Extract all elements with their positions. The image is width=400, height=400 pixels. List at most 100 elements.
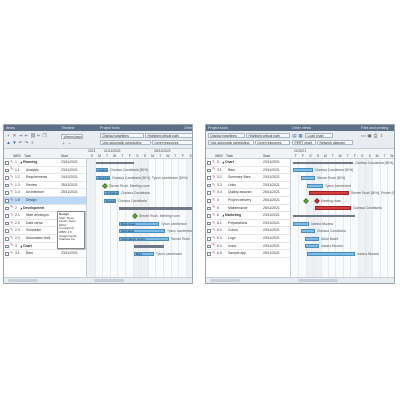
task-bar-bars[interactable]: Bars xyxy=(134,252,154,256)
task-name-cell[interactable]: Chart xyxy=(23,243,58,251)
task-name-cell[interactable]: Data views xyxy=(26,220,58,228)
task-name-cell[interactable]: Summary Bars xyxy=(228,174,260,182)
row-checkbox[interactable] xyxy=(5,183,9,188)
task-name-cell[interactable]: Scheduler xyxy=(26,227,58,235)
start-date-cell[interactable]: 23/11/2021 xyxy=(263,235,280,243)
zoom-icon[interactable]: ⌕ xyxy=(30,140,35,145)
zoom-out-icon[interactable]: − xyxy=(67,141,72,146)
edit-icon[interactable]: ✎ xyxy=(212,229,216,233)
start-date-cell[interactable]: 25/11/2021 xyxy=(263,205,280,213)
use-automatic-scheduling-button[interactable]: Use automatic scheduling xyxy=(208,140,254,145)
start-date-cell[interactable]: 25/11/2021 xyxy=(263,189,280,197)
start-date-cell[interactable]: 23/11/2021 xyxy=(263,212,280,220)
start-date-cell[interactable]: 23/11/2021 xyxy=(263,159,280,167)
grid-horizontal-scrollbar[interactable] xyxy=(210,278,240,282)
export-icon[interactable]: ⇪ xyxy=(379,133,384,138)
task-name-cell[interactable]: Bars xyxy=(228,167,260,175)
start-date-cell[interactable]: 23/11/2021 xyxy=(263,174,280,182)
grid-icon[interactable]: ▦ xyxy=(298,133,303,138)
load-chart-button[interactable]: Load chart xyxy=(305,133,333,138)
row-checkbox[interactable] xyxy=(207,176,211,180)
edit-icon[interactable]: ✎ xyxy=(10,160,14,165)
row-checkbox[interactable] xyxy=(5,244,9,249)
task-name-cell[interactable]: Project delivery xyxy=(228,197,260,205)
row-checkbox[interactable] xyxy=(207,237,211,241)
row-checkbox[interactable] xyxy=(5,206,9,211)
start-date-cell[interactable]: 25/11/2021 xyxy=(263,250,280,258)
timeline-dropdown[interactable]: Weeks/days xyxy=(61,134,83,139)
row-checkbox[interactable] xyxy=(5,199,9,203)
task-name-cell[interactable]: Links xyxy=(228,182,260,190)
summary-bar-planning[interactable] xyxy=(96,161,134,165)
summary-bar-chart[interactable] xyxy=(293,161,353,165)
edit-icon[interactable]: ✎ xyxy=(212,191,216,195)
start-date-cell[interactable]: 25/11/2021 xyxy=(61,182,78,190)
gantt-chart-area[interactable]: Clarissa Candelaria [50%], Steven Rush [… xyxy=(290,159,394,277)
task-bar-summary-bars[interactable] xyxy=(301,176,315,180)
task-name-cell[interactable]: Bars xyxy=(26,250,58,258)
task-bar-sample-app[interactable] xyxy=(307,252,355,256)
task-bar-architecture[interactable]: Architecture xyxy=(104,191,119,196)
task-bar-icons[interactable] xyxy=(305,244,319,249)
level-resources-button[interactable]: Level resources xyxy=(152,140,192,145)
edit-icon[interactable]: ✎ xyxy=(10,213,14,218)
edit-icon[interactable]: ✎ xyxy=(212,168,216,172)
edit-icon[interactable]: ✎ xyxy=(212,160,216,165)
edit-icon[interactable]: ✎ xyxy=(212,244,216,248)
edit-icon[interactable]: ✎ xyxy=(212,251,216,256)
row-checkbox[interactable] xyxy=(5,229,9,233)
edit-icon[interactable]: ✎ xyxy=(10,229,14,233)
task-bar-links[interactable] xyxy=(307,183,323,188)
task-name-cell[interactable]: Sample app xyxy=(228,250,260,258)
start-date-cell[interactable]: 24/11/2021 xyxy=(61,174,78,182)
task-name-cell[interactable]: Design xyxy=(26,197,58,205)
row-checkbox[interactable] xyxy=(207,168,211,173)
network-diagram-button[interactable]: Network diagram xyxy=(317,140,353,145)
row-checkbox[interactable] xyxy=(5,237,9,241)
task-name-cell[interactable]: Marketing xyxy=(225,212,260,220)
row-checkbox[interactable] xyxy=(5,221,9,226)
row-checkbox[interactable] xyxy=(207,214,211,218)
row-checkbox[interactable] xyxy=(207,199,211,203)
row-checkbox[interactable] xyxy=(5,176,9,180)
task-name-cell[interactable]: Development xyxy=(23,205,58,213)
move-down-icon[interactable]: ▼ xyxy=(12,140,17,145)
task-name-cell[interactable]: Colors xyxy=(228,227,260,235)
start-date-cell[interactable]: 23/11/2021 xyxy=(61,159,78,167)
outdent-icon[interactable]: ⇤ xyxy=(24,133,29,138)
start-date-cell[interactable]: 23/11/2021 xyxy=(61,250,78,258)
edit-icon[interactable]: ✎ xyxy=(212,206,216,210)
edit-icon[interactable]: ✎ xyxy=(212,236,216,241)
task-bar-logo[interactable] xyxy=(305,236,319,241)
edit-icon[interactable]: ✎ xyxy=(212,213,216,218)
pert-chart-button[interactable]: PERT chart xyxy=(292,140,316,145)
save-icon[interactable]: ▣ xyxy=(367,133,372,138)
redo-icon[interactable]: ↷ xyxy=(24,140,29,145)
edit-icon[interactable]: ✎ xyxy=(212,183,216,188)
task-name-cell[interactable]: Chart xyxy=(225,159,260,167)
task-bar-preparations[interactable] xyxy=(293,221,309,226)
row-checkbox[interactable] xyxy=(5,252,9,256)
collapse-icon[interactable]: ◢ xyxy=(20,243,22,251)
gantt-icon[interactable]: ▤ xyxy=(292,133,297,138)
row-checkbox[interactable] xyxy=(5,214,9,218)
row-checkbox[interactable] xyxy=(5,161,9,165)
row-checkbox[interactable] xyxy=(207,161,211,165)
display-baselines-button[interactable]: Display baselines xyxy=(208,133,245,138)
row-checkbox[interactable] xyxy=(5,168,9,173)
print-icon[interactable]: ⎙ xyxy=(373,133,378,138)
task-name-cell[interactable]: Analysis xyxy=(26,167,58,175)
edit-icon[interactable]: ✎ xyxy=(10,221,14,226)
use-automatic-scheduling-button[interactable]: Use automatic scheduling xyxy=(100,140,151,145)
edit-icon[interactable]: ✎ xyxy=(10,236,14,241)
task-bar-bars[interactable] xyxy=(293,168,313,173)
task-bar-quality-assurance[interactable] xyxy=(309,191,349,196)
edit-icon[interactable]: ✎ xyxy=(10,191,14,195)
edit-icon[interactable]: ✎ xyxy=(10,168,14,172)
edit-icon[interactable]: ✎ xyxy=(10,175,14,180)
delete-icon[interactable]: ✕ xyxy=(12,133,17,138)
row-checkbox[interactable] xyxy=(207,229,211,233)
summary-bar-marketing[interactable] xyxy=(293,214,355,218)
start-date-cell[interactable]: 23/11/2021 xyxy=(263,182,280,190)
task-bar-analysis[interactable]: Analysis xyxy=(96,168,108,173)
